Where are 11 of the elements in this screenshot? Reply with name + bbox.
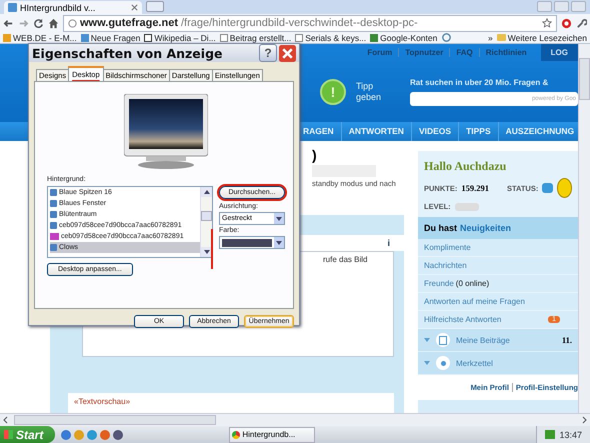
dialog-title: Eigenschaften von Anzeige [32, 46, 222, 60]
points-value: 159.291 [461, 183, 489, 193]
news-title: Du hast [424, 223, 458, 233]
clock: 13:47 [559, 430, 582, 440]
question-title: ) [312, 147, 318, 163]
preview-label: «Textvorschau» [74, 397, 130, 406]
greeting: Hallo Auchdazu [424, 159, 508, 174]
section-label: Meine Beiträge [456, 336, 511, 344]
section-count: 11. [562, 335, 572, 345]
search-prompt: Rat suchen in uber 20 Mio. Fragen & [410, 78, 550, 86]
section-label: Merkzettel [456, 358, 494, 368]
